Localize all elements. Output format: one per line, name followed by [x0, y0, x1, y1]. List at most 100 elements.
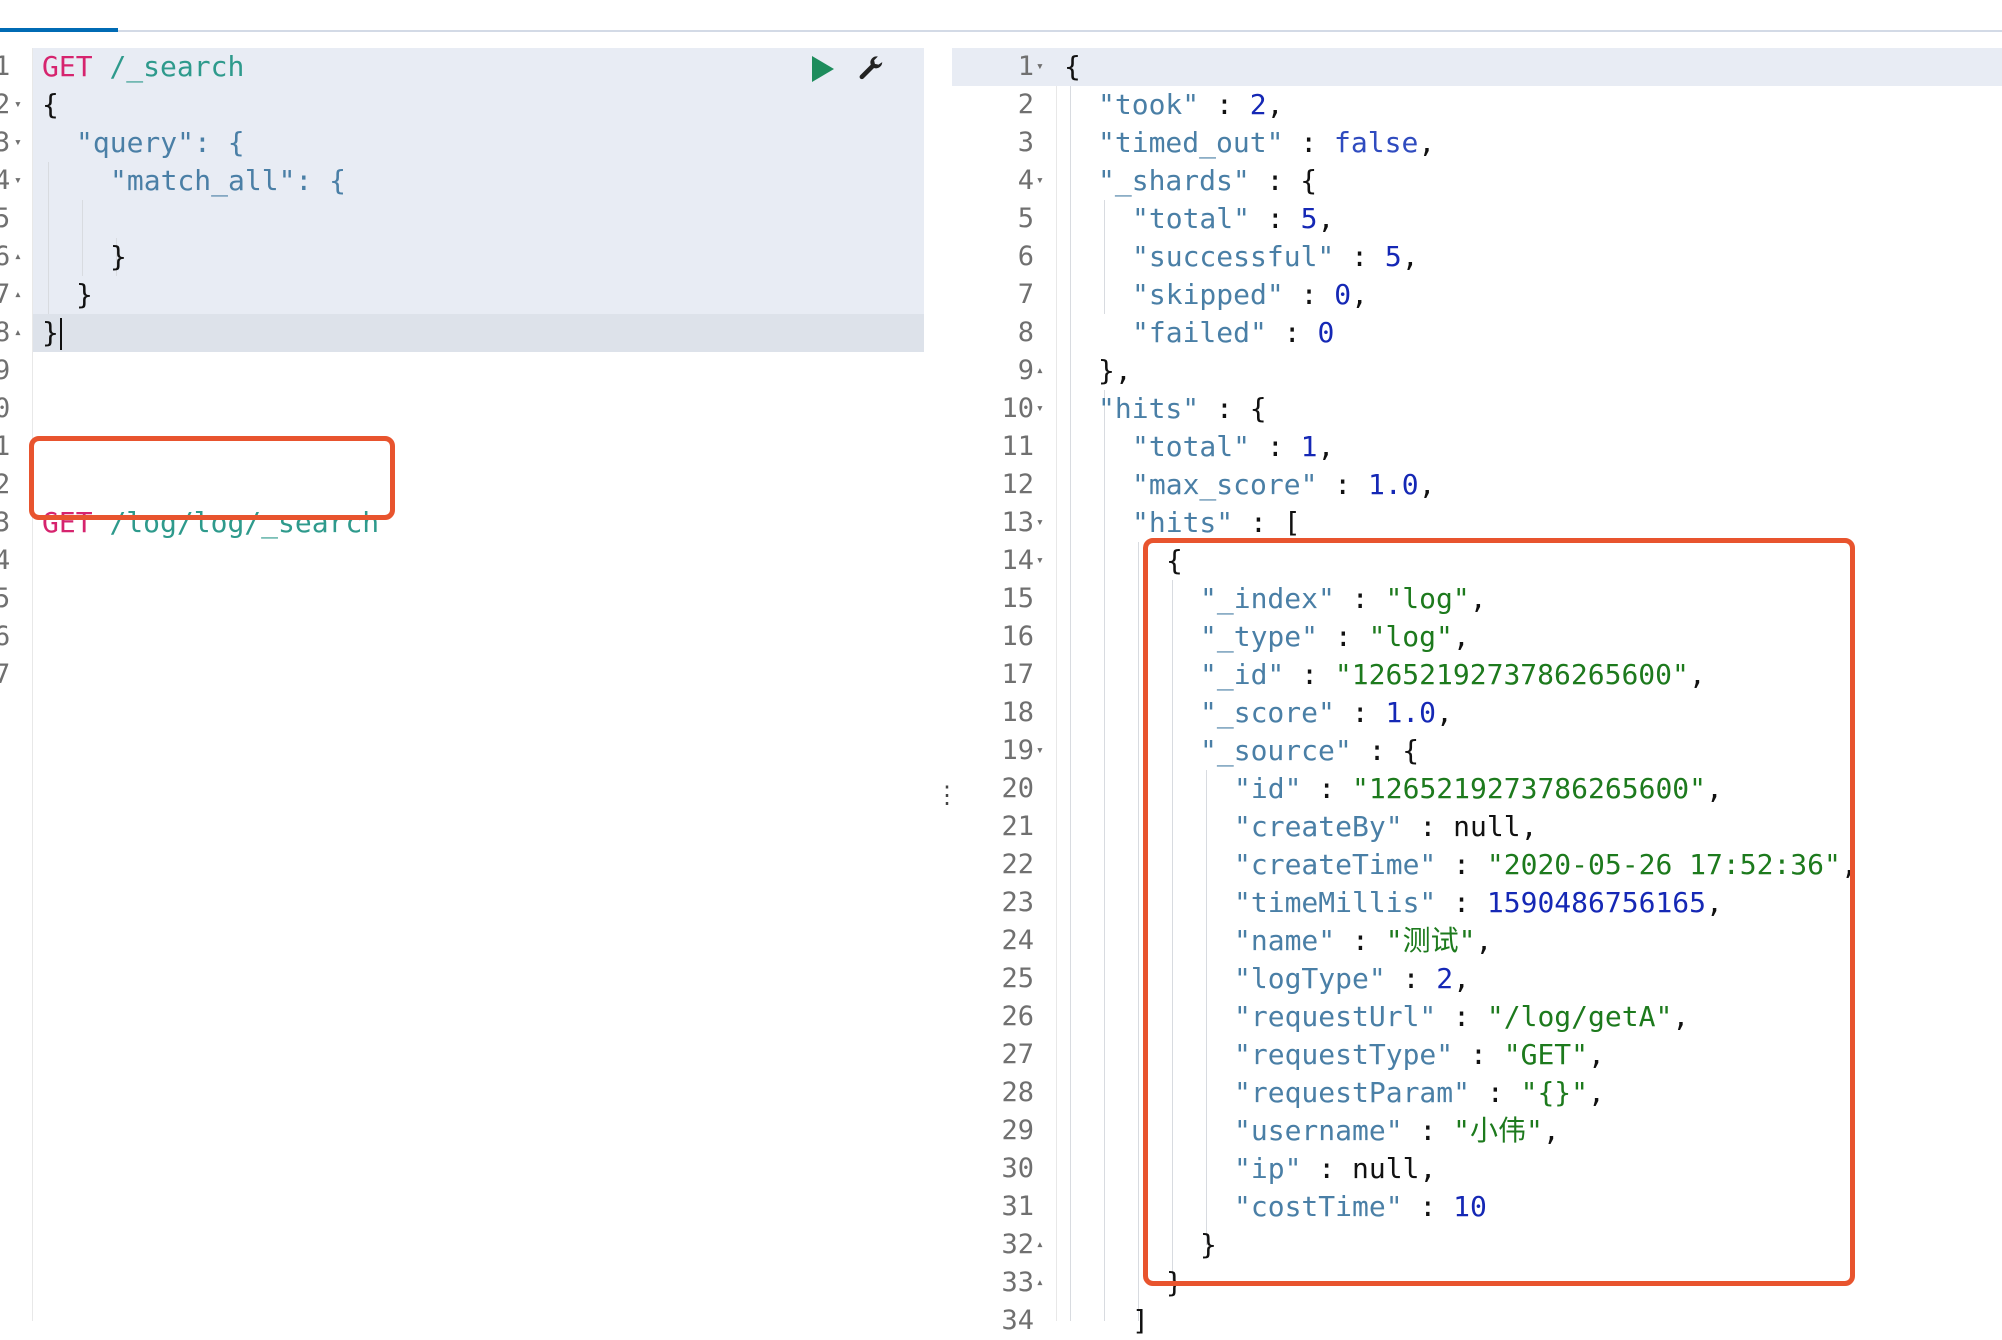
json-line: "requestType" : "GET",	[1234, 1038, 1605, 1071]
line-number: 32	[1001, 1229, 1034, 1260]
json-line: }	[1200, 1228, 1217, 1261]
line-number: 0	[0, 393, 11, 424]
cursor-line-highlight	[1056, 48, 2002, 86]
fold-up-icon[interactable]: ▴	[14, 314, 22, 352]
line-number: 28	[1001, 1077, 1034, 1108]
line-number: 31	[1001, 1191, 1034, 1222]
code-line: }	[76, 278, 93, 311]
line-number: 18	[1001, 697, 1034, 728]
request-line: GET /_search	[42, 48, 244, 86]
json-line: "successful" : 5,	[1132, 240, 1419, 273]
fold-up-icon[interactable]: ▴	[1036, 1226, 1044, 1264]
json-line: "_shards" : {	[1098, 164, 1318, 197]
fold-up-icon[interactable]: ▴	[14, 276, 22, 314]
code-line: }	[42, 314, 62, 352]
line-number: 9	[1017, 355, 1034, 386]
json-line: "_source" : {	[1200, 734, 1420, 767]
indent-guide	[1104, 200, 1105, 314]
line-number: 7	[0, 279, 11, 310]
indent-guide	[1138, 542, 1139, 1321]
code-line: {	[42, 88, 59, 121]
line-number: 33	[1001, 1267, 1034, 1298]
line-number: 7	[0, 659, 11, 690]
line-number: 11	[1001, 431, 1034, 462]
text-cursor	[59, 318, 62, 350]
json-line: "_type" : "log",	[1200, 620, 1470, 653]
line-number: 30	[1001, 1153, 1034, 1184]
indent-guide	[48, 162, 49, 314]
fold-down-icon[interactable]: ▾	[1036, 48, 1044, 86]
wrench-icon[interactable]	[856, 54, 886, 84]
request-gutter: 1 2 ▾ 3 ▾ 4 ▾ 5 6 ▴ 7 ▴ 8 ▴ 9 0 1 2 3 4 …	[0, 48, 33, 1321]
json-line: {	[1064, 50, 1081, 83]
line-number: 24	[1001, 925, 1034, 956]
json-line: }	[1166, 1266, 1183, 1299]
json-line: "username" : "小伟",	[1234, 1114, 1560, 1147]
fold-up-icon[interactable]: ▴	[1036, 1264, 1044, 1302]
json-line: "createBy" : null,	[1234, 810, 1538, 843]
json-line: "logType" : 2,	[1234, 962, 1471, 995]
line-number: 4	[1017, 165, 1034, 196]
fold-down-icon[interactable]: ▾	[1036, 390, 1044, 428]
line-number: 23	[1001, 887, 1034, 918]
json-line: "max_score" : 1.0,	[1132, 468, 1436, 501]
json-line: "total" : 1,	[1132, 430, 1335, 463]
request-path: /_search	[109, 50, 245, 83]
fold-down-icon[interactable]: ▾	[14, 162, 22, 200]
indent-guide	[1104, 390, 1105, 1321]
line-number: 4	[0, 165, 11, 196]
line-number: 29	[1001, 1115, 1034, 1146]
line-number: 8	[0, 317, 11, 348]
line-number: 2	[0, 89, 11, 120]
fold-down-icon[interactable]: ▾	[14, 124, 22, 162]
json-line: "_id" : "1265219273786265600",	[1200, 658, 1706, 691]
json-line: "took" : 2,	[1098, 88, 1284, 121]
line-number: 1	[0, 431, 11, 462]
code-line: "match_all": {	[110, 164, 347, 197]
active-tab-indicator[interactable]	[0, 28, 118, 32]
json-line: "timed_out" : false,	[1098, 126, 1436, 159]
line-number: 6	[0, 621, 11, 652]
line-number: 3	[0, 127, 11, 158]
line-number: 1	[0, 51, 11, 82]
json-line: "failed" : 0	[1132, 316, 1335, 349]
json-line: "ip" : null,	[1234, 1152, 1437, 1185]
run-icon[interactable]	[812, 56, 834, 82]
fold-up-icon[interactable]: ▴	[1036, 352, 1044, 390]
line-number: 14	[1001, 545, 1034, 576]
line-number: 13	[1001, 507, 1034, 538]
line-number: 6	[1017, 241, 1034, 272]
line-number: 2	[0, 469, 11, 500]
line-number: 5	[0, 203, 11, 234]
json-line: "createTime" : "2020-05-26 17:52:36",	[1234, 848, 1858, 881]
request-editor[interactable]: 1 2 ▾ 3 ▾ 4 ▾ 5 6 ▴ 7 ▴ 8 ▴ 9 0 1 2 3 4 …	[0, 48, 924, 1321]
cursor-line-highlight	[32, 314, 924, 352]
fold-up-icon[interactable]: ▴	[14, 238, 22, 276]
json-line: "total" : 5,	[1132, 202, 1335, 235]
line-number: 7	[1017, 279, 1034, 310]
line-number: 26	[1001, 1001, 1034, 1032]
line-number: 25	[1001, 963, 1034, 994]
fold-down-icon[interactable]: ▾	[1036, 542, 1044, 580]
line-number: 34	[1001, 1305, 1034, 1336]
request-path: /log/log/_search	[109, 506, 380, 539]
response-viewer[interactable]: 1 ▾ 2 3 4 ▾ 5 6 7 8 9 ▴ 10 ▾ 11 12 13 ▾ 14 ▾ 15 16 17 18 19 ▾ 20 21…	[952, 48, 2002, 1337]
line-number: 12	[1001, 469, 1034, 500]
line-number: 2	[1017, 89, 1034, 120]
line-number: 22	[1001, 849, 1034, 880]
fold-down-icon[interactable]: ▾	[14, 86, 22, 124]
fold-down-icon[interactable]: ▾	[1036, 732, 1044, 770]
fold-down-icon[interactable]: ▾	[1036, 162, 1044, 200]
top-tab-bar	[0, 0, 2002, 32]
line-number: 5	[0, 583, 11, 614]
json-line: "_score" : 1.0,	[1200, 696, 1453, 729]
code-line: "query": {	[76, 126, 245, 159]
json-line: "hits" : [	[1132, 506, 1301, 539]
line-number: 1	[1017, 51, 1034, 82]
fold-down-icon[interactable]: ▾	[1036, 504, 1044, 542]
request-line: GET /log/log/_search	[42, 504, 379, 542]
indent-guide	[1172, 580, 1173, 1283]
line-number: 20	[1001, 773, 1034, 804]
line-number: 15	[1001, 583, 1034, 614]
json-line: "_index" : "log",	[1200, 582, 1487, 615]
